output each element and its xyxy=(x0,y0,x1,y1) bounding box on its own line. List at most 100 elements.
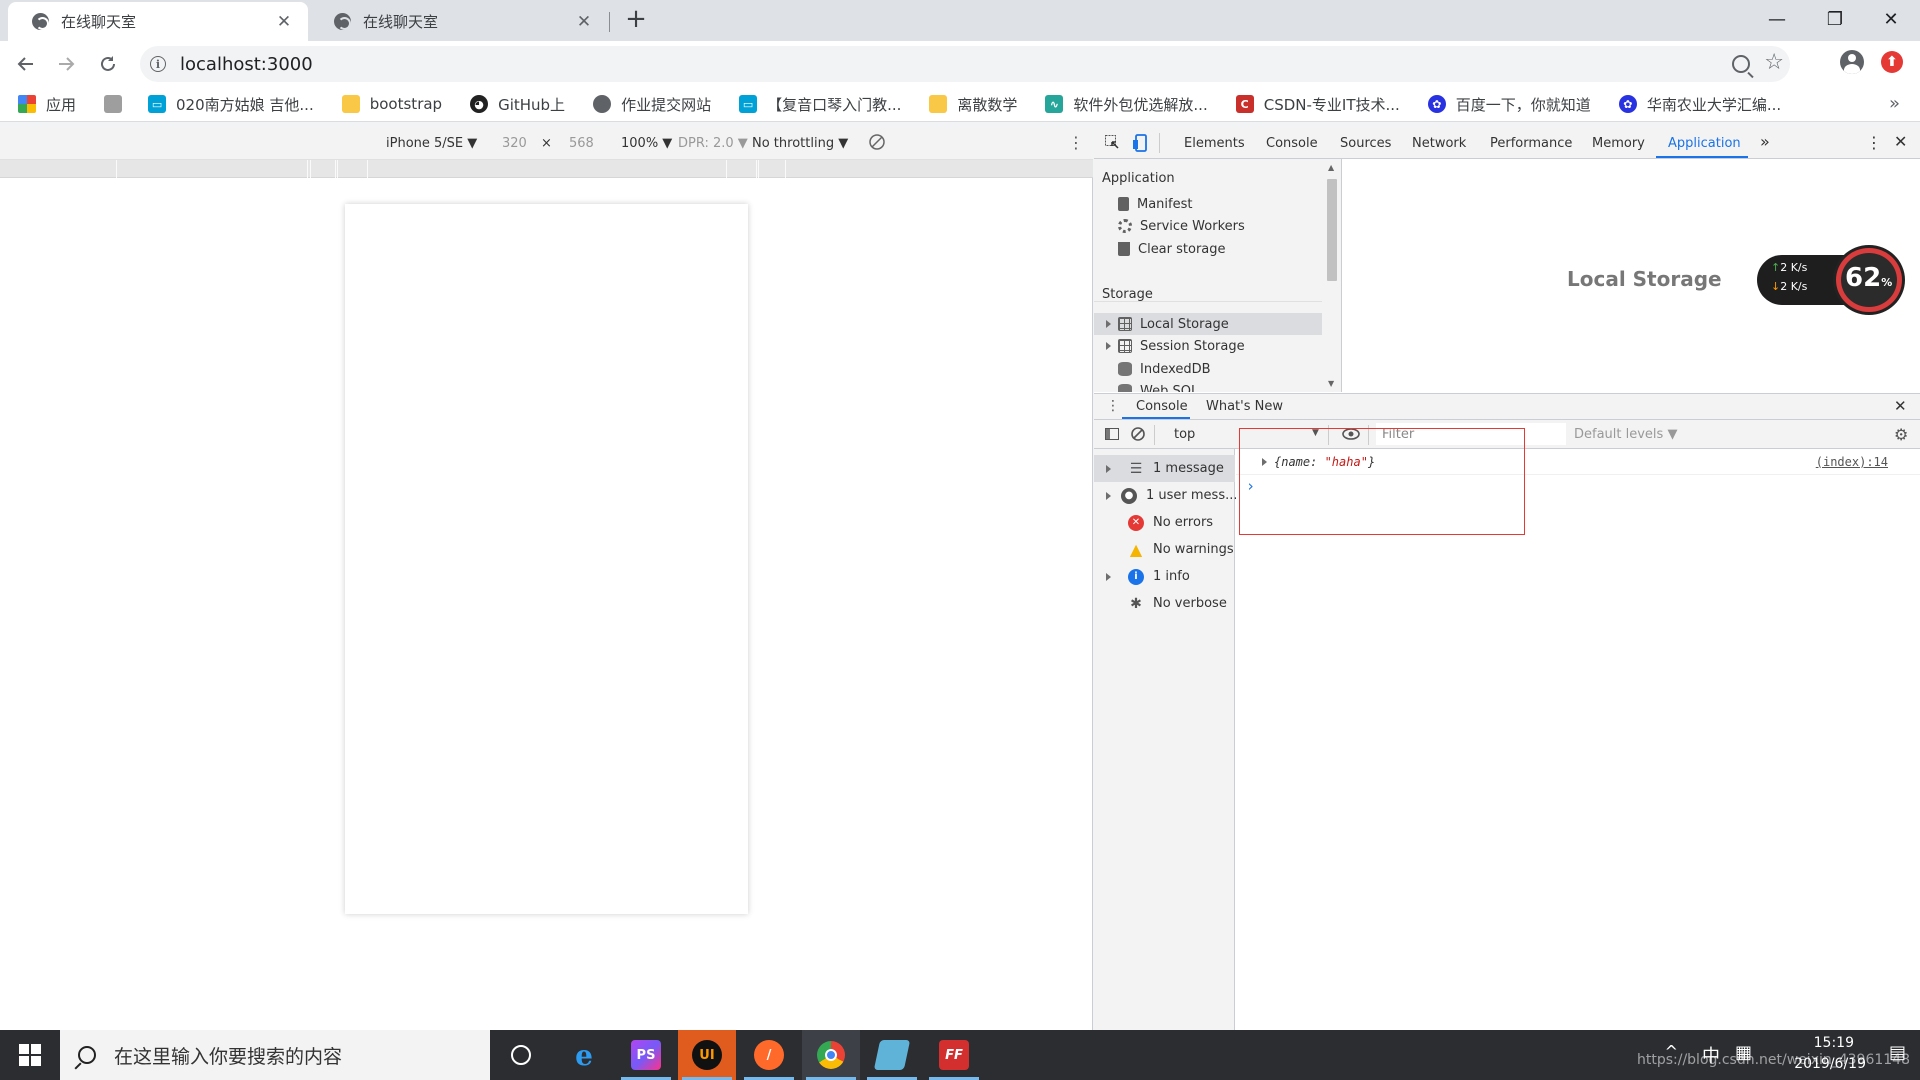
device-viewport[interactable] xyxy=(345,204,748,914)
sidebar-item-session-storage[interactable]: Session Storage xyxy=(1118,335,1318,357)
bookmark-bootstrap[interactable]: bootstrap xyxy=(341,95,442,113)
close-icon[interactable]: ✕ xyxy=(574,12,594,32)
drawer-tab-whats-new[interactable]: What's New xyxy=(1206,399,1283,414)
console-filter-info[interactable]: i 1 info xyxy=(1094,563,1235,590)
devtools-close-icon[interactable]: ✕ xyxy=(1894,132,1907,151)
console-filter-user-messages[interactable]: ● 1 user mess... xyxy=(1094,482,1238,509)
throttling-select[interactable]: No throttling ▼ xyxy=(752,136,848,151)
log-source-link[interactable]: (index):14 xyxy=(1816,455,1888,469)
ie-icon[interactable]: e xyxy=(555,1030,613,1080)
settings-gear-icon[interactable]: ⚙ xyxy=(1894,425,1908,444)
bookmark-bilibili-2[interactable]: ▭ 【复音口琴入门教... xyxy=(739,94,901,115)
console-filter-warnings[interactable]: ▲ No warnings xyxy=(1094,536,1235,563)
close-icon[interactable]: ✕ xyxy=(274,12,294,32)
devtools-menu-icon[interactable]: ⋮ xyxy=(1866,133,1882,152)
network-speed-widget[interactable]: ↑2 K/s ↓2 K/s 62% xyxy=(1757,245,1907,315)
bookmark-scau[interactable]: ✿ 华南农业大学汇编... xyxy=(1618,94,1781,115)
device-toggle-icon[interactable] xyxy=(1132,134,1150,152)
bookmark-baidu[interactable]: ✿ 百度一下，你就知道 xyxy=(1427,94,1591,115)
bookmark-github[interactable]: ◕ GitHub上 xyxy=(470,94,565,115)
filter-input[interactable] xyxy=(1376,423,1566,445)
more-tabs-button[interactable]: » xyxy=(1760,132,1770,151)
sidebar-scrollbar[interactable]: ▲ ▼ xyxy=(1325,163,1339,388)
bookmark-homework[interactable]: 作业提交网站 xyxy=(593,94,711,115)
zoom-icon[interactable] xyxy=(1732,55,1750,73)
sublime-icon[interactable]: / xyxy=(740,1030,798,1080)
chevron-down-icon[interactable]: ▼ xyxy=(1312,428,1319,438)
start-button[interactable] xyxy=(0,1030,60,1080)
reload-button[interactable] xyxy=(92,48,124,80)
tab-inactive[interactable]: 在线聊天室 ✕ xyxy=(310,2,608,41)
drawer-tab-console[interactable]: Console xyxy=(1136,399,1188,414)
sidebar-item-local-storage[interactable]: Local Storage xyxy=(1118,313,1318,335)
clear-console-icon[interactable] xyxy=(1130,426,1146,446)
tab-memory[interactable]: Memory xyxy=(1592,136,1645,151)
forward-button[interactable] xyxy=(50,48,82,80)
bookmark-apps[interactable]: 应用 xyxy=(18,94,76,115)
sidebar-item-clear-storage[interactable]: Clear storage xyxy=(1118,238,1318,260)
tab-network[interactable]: Network xyxy=(1412,136,1466,151)
tab-console[interactable]: Console xyxy=(1266,136,1318,151)
tab-elements[interactable]: Elements xyxy=(1184,136,1245,151)
drawer-menu-icon[interactable]: ⋮ xyxy=(1106,398,1120,414)
star-icon[interactable]: ☆ xyxy=(1764,50,1784,75)
console-filter-verbose[interactable]: ✱ No verbose xyxy=(1094,590,1235,617)
console-prompt-row[interactable]: › xyxy=(1236,475,1920,499)
bookmark-discrete-math[interactable]: 离散数学 xyxy=(929,94,1017,115)
bookmark-image[interactable] xyxy=(104,95,123,113)
log-entry[interactable]: {name: "haha"} (index):14 xyxy=(1236,451,1920,475)
rotate-icon[interactable] xyxy=(868,133,886,155)
tab-active[interactable]: 在线聊天室 ✕ xyxy=(8,2,308,41)
address-bar[interactable]: i localhost:3000 ☆ xyxy=(140,46,1790,82)
more-options-icon[interactable]: ⋮ xyxy=(1068,133,1084,152)
clock-time[interactable]: 15:19 xyxy=(1814,1035,1854,1051)
profile-avatar-icon[interactable] xyxy=(1840,50,1864,74)
log-levels-select[interactable]: Default levels ▼ xyxy=(1574,427,1677,442)
minimize-button[interactable]: — xyxy=(1748,0,1806,38)
phpstorm-icon[interactable]: PS xyxy=(617,1030,675,1080)
restore-button[interactable]: ❐ xyxy=(1806,0,1864,38)
inspect-icon[interactable] xyxy=(1104,134,1122,152)
notepad-icon[interactable] xyxy=(863,1030,921,1080)
cortana-icon[interactable] xyxy=(492,1030,550,1080)
chrome-icon[interactable] xyxy=(802,1030,860,1080)
height-input[interactable]: 568 xyxy=(569,136,594,151)
scrollbar-thumb[interactable] xyxy=(1327,179,1337,281)
new-tab-button[interactable]: + xyxy=(622,6,650,34)
extension-icon[interactable]: ⬆ xyxy=(1881,51,1903,73)
sidebar-item-indexeddb[interactable]: IndexedDB xyxy=(1118,358,1318,380)
drawer-close-icon[interactable]: ✕ xyxy=(1894,397,1907,415)
tab-application[interactable]: Application xyxy=(1668,136,1741,151)
console-filter-messages[interactable]: ☰ 1 message xyxy=(1094,455,1235,482)
expand-triangle-icon[interactable] xyxy=(1106,320,1111,328)
sidebar-item-service-workers[interactable]: Service Workers xyxy=(1118,215,1318,237)
sidebar-toggle-icon[interactable] xyxy=(1104,426,1120,446)
times-label: × xyxy=(541,136,552,151)
media-query-bar[interactable] xyxy=(0,160,1093,178)
window-close-button[interactable]: ✕ xyxy=(1862,0,1920,38)
console-filter-errors[interactable]: ✕ No errors xyxy=(1094,509,1235,536)
eye-icon[interactable] xyxy=(1342,427,1360,445)
expand-triangle-icon[interactable] xyxy=(1262,458,1267,466)
filezilla-icon[interactable]: FF xyxy=(925,1030,983,1080)
bookmarks-overflow-button[interactable]: » xyxy=(1889,93,1900,114)
dpr-select[interactable]: DPR: 2.0 ▼ xyxy=(678,136,748,151)
width-input[interactable]: 320 xyxy=(502,136,527,151)
taskbar-search[interactable]: 在这里输入你要搜索的内容 xyxy=(60,1030,490,1080)
tab-sources[interactable]: Sources xyxy=(1340,136,1391,151)
info-icon[interactable]: i xyxy=(150,56,166,72)
sidebar-item-manifest[interactable]: Manifest xyxy=(1118,193,1318,215)
bookmark-bilibili-1[interactable]: ▭ 020南方姑娘 吉他... xyxy=(148,94,314,115)
expand-triangle-icon[interactable] xyxy=(1106,342,1111,350)
image-icon xyxy=(104,95,123,113)
context-select[interactable]: top xyxy=(1174,427,1195,442)
sidebar-item-web-sql[interactable]: Web SQL xyxy=(1118,380,1318,392)
tab-performance[interactable]: Performance xyxy=(1490,136,1572,151)
bookmark-outsource[interactable]: ∿ 软件外包优选解放... xyxy=(1045,94,1208,115)
back-button[interactable] xyxy=(10,48,42,80)
ui-icon[interactable]: UI xyxy=(678,1030,736,1080)
csdn-watermark: https://blog.csdn.net/weixin_43961148 xyxy=(1636,1052,1910,1068)
zoom-select[interactable]: 100% ▼ xyxy=(621,136,672,151)
bookmark-csdn[interactable]: C CSDN-专业IT技术... xyxy=(1235,94,1400,115)
device-select[interactable]: iPhone 5/SE ▼ xyxy=(386,136,477,151)
